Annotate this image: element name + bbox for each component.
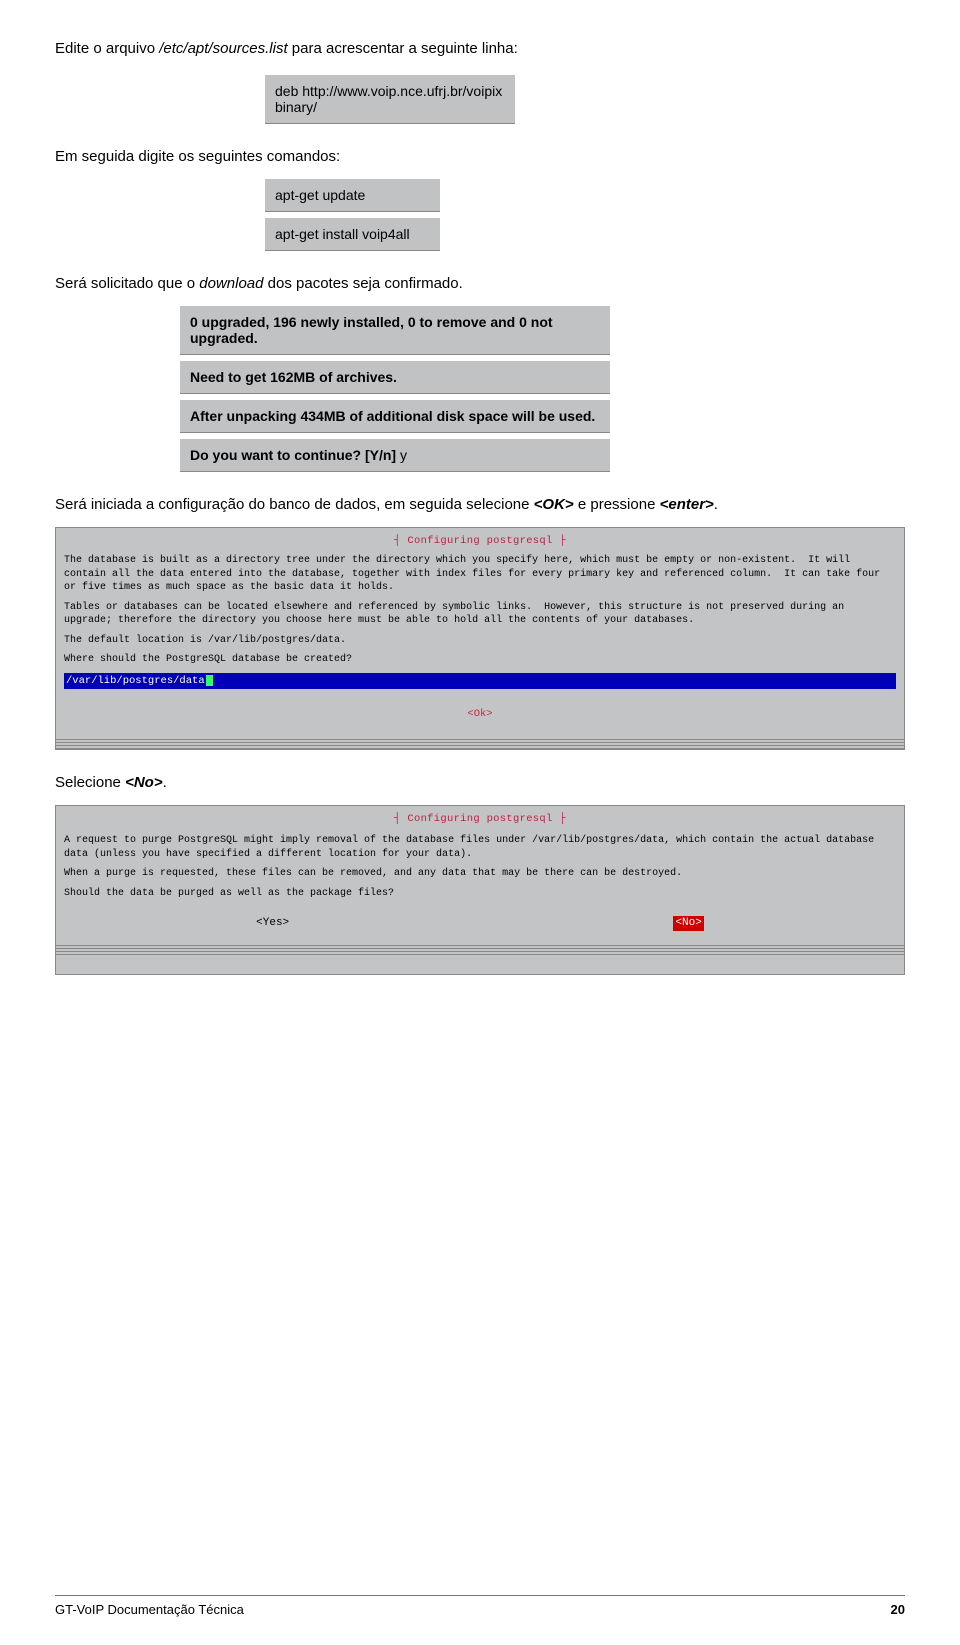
dialog1-input-value: /var/lib/postgres/data	[66, 674, 205, 688]
edit-file-instruction: Edite o arquivo /etc/apt/sources.list pa…	[55, 40, 905, 57]
download-suffix: dos pacotes seja confirmado.	[263, 275, 462, 292]
continue-answer: y	[400, 447, 407, 463]
postgresql-dialog-2: ┤ Configuring postgresql ├ A request to …	[55, 805, 905, 975]
dialog1-text3: The default location is /var/lib/postgre…	[64, 634, 896, 648]
dialog2-no-button[interactable]: <No>	[673, 916, 703, 931]
footer-page-number: 20	[891, 1602, 905, 1617]
ok-literal: <OK>	[534, 496, 574, 513]
sources-list-path: /etc/apt/sources.list	[159, 40, 287, 57]
dialog1-ok-button[interactable]: <Ok>	[64, 707, 896, 721]
deb-line-codeblock: deb http://www.voip.nce.ufrj.br/voipix b…	[265, 75, 515, 124]
dialog2-bottom-border	[56, 945, 904, 955]
dialog2-title: ┤ Configuring postgresql ├	[64, 812, 896, 826]
dialog1-bottom-border	[56, 739, 904, 749]
download-italic: download	[199, 275, 263, 292]
selectno-prefix: Selecione	[55, 774, 125, 791]
apt-output-line4: Do you want to continue? [Y/n] y	[180, 439, 610, 472]
dialog2-text1: A request to purge PostgreSQL might impl…	[64, 834, 896, 861]
footer-left: GT-VoIP Documentação Técnica	[55, 1602, 244, 1617]
download-prefix: Será solicitado que o	[55, 275, 199, 292]
text-cursor-icon	[206, 675, 213, 686]
config-mid: e pressione	[574, 496, 660, 513]
cmd-update-text: apt-get update	[275, 187, 365, 203]
dialog1-title: ┤ Configuring postgresql ├	[64, 534, 896, 548]
download-confirm-text: Será solicitado que o download dos pacot…	[55, 275, 905, 292]
intro-prefix: Edite o arquivo	[55, 40, 159, 57]
page-footer: GT-VoIP Documentação Técnica 20	[55, 1595, 905, 1617]
dialog1-text2: Tables or databases can be located elsew…	[64, 601, 896, 628]
cmd-install-text: apt-get install voip4all	[275, 226, 410, 242]
dialog1-input-field[interactable]: /var/lib/postgres/data	[64, 673, 896, 689]
postgresql-dialog-1: ┤ Configuring postgresql ├ The database …	[55, 527, 905, 750]
dialog1-text1: The database is built as a directory tre…	[64, 554, 896, 595]
deb-line-text: deb http://www.voip.nce.ufrj.br/voipix b…	[275, 83, 502, 115]
apt-get-update-codeblock: apt-get update	[265, 179, 440, 212]
config-db-instruction: Será iniciada a configuração do banco de…	[55, 496, 905, 513]
select-no-instruction: Selecione <No>.	[55, 774, 905, 791]
intro-suffix: para acrescentar a seguinte linha:	[288, 40, 518, 57]
commands-intro: Em seguida digite os seguintes comandos:	[55, 148, 905, 165]
config-prefix: Será iniciada a configuração do banco de…	[55, 496, 534, 513]
enter-literal: <enter>	[660, 496, 714, 513]
apt-output-line2: Need to get 162MB of archives.	[180, 361, 610, 394]
apt-output-line1: 0 upgraded, 196 newly installed, 0 to re…	[180, 306, 610, 355]
dialog1-text4: Where should the PostgreSQL database be …	[64, 653, 896, 667]
apt-output-line3: After unpacking 434MB of additional disk…	[180, 400, 610, 433]
config-suffix: .	[714, 496, 718, 513]
selectno-suffix: .	[163, 774, 167, 791]
continue-prompt: Do you want to continue? [Y/n]	[190, 447, 400, 463]
dialog2-text2: When a purge is requested, these files c…	[64, 867, 896, 881]
dialog2-text3: Should the data be purged as well as the…	[64, 887, 896, 901]
apt-get-install-codeblock: apt-get install voip4all	[265, 218, 440, 251]
no-literal: <No>	[125, 774, 163, 791]
dialog2-yes-button[interactable]: <Yes>	[256, 916, 289, 931]
